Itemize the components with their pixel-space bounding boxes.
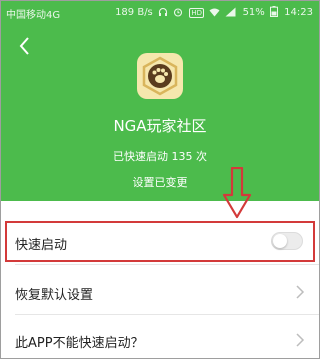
signal-icon <box>225 7 236 17</box>
battery-icon <box>269 6 278 18</box>
app-header: 中国移动4G 189 B/s HD 51% 14:23 NGA玩家社区 已快速启… <box>1 1 319 201</box>
divider <box>15 264 319 265</box>
clock: 14:23 <box>284 7 313 18</box>
quick-launch-toggle[interactable] <box>271 232 303 250</box>
divider <box>15 314 319 315</box>
alarm-icon <box>174 8 183 17</box>
headphones-icon <box>158 7 168 16</box>
restore-defaults-row[interactable]: 恢复默认设置 <box>1 269 319 315</box>
status-bar: 中国移动4G 189 B/s HD 51% 14:23 <box>1 1 319 23</box>
nga-logo-icon <box>142 56 178 96</box>
launch-count: 已快速启动 135 次 <box>113 150 207 163</box>
annotation-arrow-icon <box>222 167 252 219</box>
toggle-knob <box>273 234 287 248</box>
hd-badge: HD <box>189 8 204 18</box>
restore-defaults-label: 恢复默认设置 <box>15 288 94 303</box>
chevron-right-icon <box>296 333 305 347</box>
cannot-quick-launch-row[interactable]: 此APP不能快速启动？ <box>1 317 319 358</box>
screen-frame: 中国移动4G 189 B/s HD 51% 14:23 NGA玩家社区 已快速启… <box>0 0 320 359</box>
status-indicators: 189 B/s HD 51% 14:23 <box>112 6 313 18</box>
app-title: NGA玩家社区 <box>113 117 207 135</box>
chevron-right-icon <box>296 285 305 299</box>
quick-launch-label: 快速启动 <box>15 238 68 253</box>
app-icon <box>137 53 183 99</box>
chevron-left-icon <box>19 37 29 55</box>
quick-launch-row[interactable]: 快速启动 <box>1 219 319 265</box>
battery-percent: 51% <box>242 7 265 18</box>
cannot-quick-launch-label: 此APP不能快速启动？ <box>15 336 144 351</box>
wifi-icon <box>209 8 220 17</box>
carrier-label: 中国移动4G <box>6 10 61 21</box>
settings-status: 设置已变更 <box>132 176 188 189</box>
network-speed: 189 B/s <box>115 7 153 18</box>
back-button[interactable] <box>13 34 37 58</box>
